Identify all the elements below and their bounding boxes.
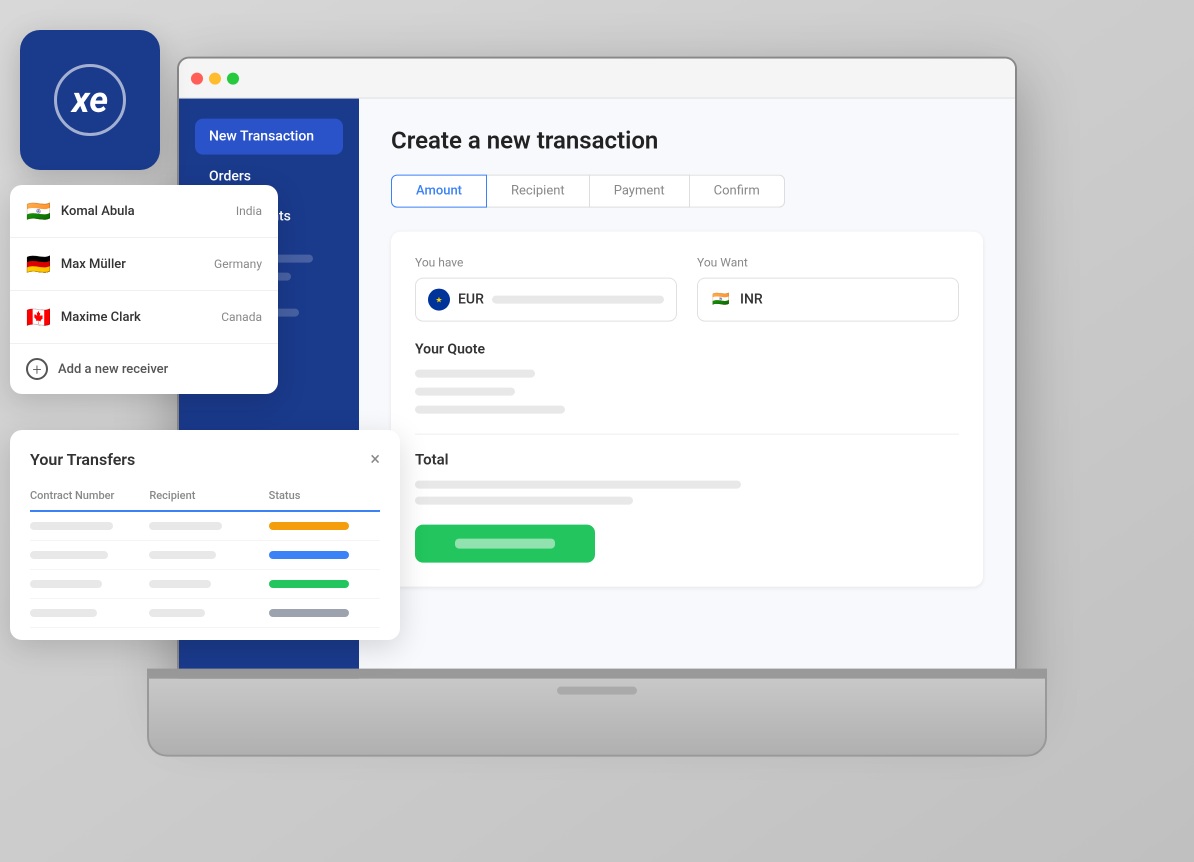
currency-to-code: INR xyxy=(740,292,763,308)
transfers-title: Your Transfers xyxy=(30,450,135,469)
total-section: Total xyxy=(415,434,959,505)
quote-line-2 xyxy=(415,388,515,396)
transfer-contract-4 xyxy=(30,609,97,617)
quote-line-1 xyxy=(415,370,535,378)
status-badge-4 xyxy=(269,609,349,617)
quote-section: Your Quote xyxy=(415,342,959,414)
receiver-name-1: Komal Abula xyxy=(61,204,226,219)
you-have-section: You have ★ EUR xyxy=(415,256,677,322)
flag-india: 🇮🇳 xyxy=(26,199,51,223)
col-status: Status xyxy=(269,489,380,502)
total-label: Total xyxy=(415,451,959,469)
status-badge-3 xyxy=(269,580,349,588)
receiver-name-3: Maxime Clark xyxy=(61,310,211,325)
flag-germany: 🇩🇪 xyxy=(26,252,51,276)
xe-logo-circle: xe xyxy=(54,64,126,136)
you-have-label: You have xyxy=(415,256,677,270)
xe-logo-text: xe xyxy=(72,79,108,121)
browser-chrome xyxy=(179,59,1015,99)
quote-title: Your Quote xyxy=(415,342,959,358)
transaction-card: You have ★ EUR You Want xyxy=(391,232,983,587)
flag-canada: 🇨🇦 xyxy=(26,305,51,329)
transfers-header: Your Transfers × xyxy=(30,450,380,469)
transfer-row-3 xyxy=(30,570,380,599)
transfer-contract-2 xyxy=(30,551,108,559)
xe-logo-card: xe xyxy=(20,30,160,170)
total-line-1 xyxy=(415,481,741,489)
transfers-card: Your Transfers × Contract Number Recipie… xyxy=(10,430,400,640)
main-content: Create a new transaction Amount Recipien… xyxy=(359,99,1015,697)
add-receiver-text: Add a new receiver xyxy=(58,362,168,377)
transfer-recipient-3 xyxy=(149,580,210,588)
you-want-label: You Want xyxy=(697,256,959,270)
transfer-recipient-4 xyxy=(149,609,205,617)
browser-minimize-btn[interactable] xyxy=(209,72,221,84)
continue-button[interactable] xyxy=(415,525,595,563)
browser-maximize-btn[interactable] xyxy=(227,72,239,84)
status-badge-2 xyxy=(269,551,349,559)
transfer-contract-3 xyxy=(30,580,102,588)
tab-confirm[interactable]: Confirm xyxy=(690,175,785,208)
currency-from-input[interactable]: ★ EUR xyxy=(415,278,677,322)
total-line-2 xyxy=(415,497,633,505)
laptop-base xyxy=(147,677,1047,757)
currency-row: You have ★ EUR You Want xyxy=(415,256,959,322)
transfer-recipient-1 xyxy=(149,522,221,530)
sidebar-item-new-transaction[interactable]: New Transaction xyxy=(195,119,343,155)
transfer-row-4 xyxy=(30,599,380,628)
page-title: Create a new transaction xyxy=(391,127,983,155)
currency-to-input[interactable]: 🇮🇳 INR xyxy=(697,278,959,322)
quote-line-3 xyxy=(415,406,565,414)
receiver-item-2[interactable]: 🇩🇪 Max Müller Germany xyxy=(10,238,278,291)
add-icon: + xyxy=(26,358,48,380)
col-contract: Contract Number xyxy=(30,489,141,502)
transfer-row-2 xyxy=(30,541,380,570)
transfers-close-btn[interactable]: × xyxy=(370,451,380,469)
receiver-country-3: Canada xyxy=(221,310,262,324)
inr-flag-circle: 🇮🇳 xyxy=(710,289,732,311)
tab-recipient[interactable]: Recipient xyxy=(487,175,590,208)
cta-placeholder xyxy=(455,539,555,549)
receiver-card: 🇮🇳 Komal Abula India 🇩🇪 Max Müller Germa… xyxy=(10,185,278,394)
receiver-name-2: Max Müller xyxy=(61,257,204,272)
transfers-table-header: Contract Number Recipient Status xyxy=(30,485,380,512)
tab-amount[interactable]: Amount xyxy=(391,175,487,208)
currency-from-code: EUR xyxy=(458,292,484,308)
status-badge-1 xyxy=(269,522,349,530)
receiver-country-2: Germany xyxy=(214,257,262,271)
tab-payment[interactable]: Payment xyxy=(590,175,690,208)
eur-flag: ★ xyxy=(428,289,450,311)
transfer-recipient-2 xyxy=(149,551,216,559)
steps-tabs: Amount Recipient Payment Confirm xyxy=(391,175,983,208)
laptop-notch xyxy=(557,687,637,695)
col-recipient: Recipient xyxy=(149,489,260,502)
receiver-item-3[interactable]: 🇨🇦 Maxime Clark Canada xyxy=(10,291,278,344)
transfer-row-1 xyxy=(30,512,380,541)
receiver-item-1[interactable]: 🇮🇳 Komal Abula India xyxy=(10,185,278,238)
you-want-section: You Want 🇮🇳 INR xyxy=(697,256,959,322)
laptop-frame: New Transaction Orders My Accounts xyxy=(147,57,1047,777)
add-receiver-item[interactable]: + Add a new receiver xyxy=(10,344,278,394)
transfer-contract-1 xyxy=(30,522,113,530)
currency-from-amount[interactable] xyxy=(492,296,664,304)
receiver-country-1: India xyxy=(236,204,262,218)
browser-close-btn[interactable] xyxy=(191,72,203,84)
